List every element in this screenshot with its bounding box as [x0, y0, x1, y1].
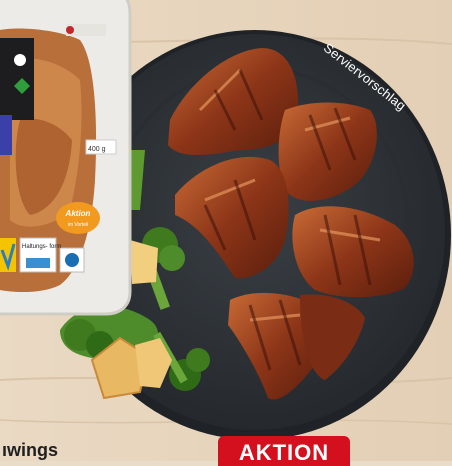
- product-name-partial: ıwings: [2, 440, 59, 460]
- promo-badge: AKTION: [218, 436, 350, 466]
- package-aktion-sticker: Aktion: [65, 209, 91, 218]
- package-aktion-sticker-sub: im Vorteil: [68, 222, 89, 228]
- husbandry-line: Haltungs- form: [22, 244, 61, 250]
- product-photo: 400 g Aktion im Vorteil Haltungs- form S…: [0, 0, 452, 466]
- package-weight: 400 g: [88, 146, 106, 153]
- product-package: [0, 0, 132, 316]
- package-husbandry-label: Haltungs- form: [22, 244, 61, 250]
- photo-illustration: 400 g Aktion im Vorteil Haltungs- form: [0, 0, 452, 461]
